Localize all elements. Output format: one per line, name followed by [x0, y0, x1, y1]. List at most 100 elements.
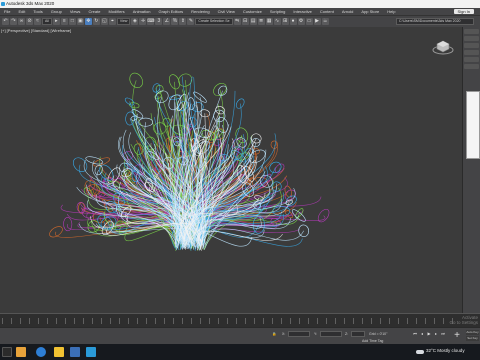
- menu-item[interactable]: Content: [316, 9, 338, 14]
- auto-key-button[interactable]: Auto Key: [466, 330, 479, 335]
- selection-filter-dropdown[interactable]: All: [42, 18, 52, 25]
- wire-leaf: [285, 195, 297, 206]
- edit-named-selection-icon[interactable]: ✎: [187, 18, 195, 25]
- windows-taskbar: 32°C Mostly cloudy: [0, 344, 480, 360]
- material-editor-icon[interactable]: ●: [289, 18, 297, 25]
- menu-item[interactable]: Customize: [239, 9, 266, 14]
- window-crossing-icon[interactable]: ▣: [76, 18, 84, 25]
- menu-item[interactable]: Modifiers: [104, 9, 128, 14]
- named-selection-set-dropdown[interactable]: Create Selection Se: [195, 18, 233, 25]
- spinner-snap-icon[interactable]: ⇕: [179, 18, 187, 25]
- angle-snap-icon[interactable]: ∠: [163, 18, 171, 25]
- office-app-icon[interactable]: [70, 347, 80, 357]
- project-path-field[interactable]: C:\Users\SM\Documents\3ds Max 2020: [396, 18, 474, 25]
- redo-icon[interactable]: ↷: [10, 18, 17, 25]
- x-coord-label: X:: [282, 332, 286, 336]
- menu-item[interactable]: Edit: [14, 9, 29, 14]
- perspective-viewport[interactable]: [+] [Perspective] [Standard] [Wireframe]: [0, 27, 462, 313]
- grid-size-readout: Grid = 0'10": [369, 332, 388, 336]
- z-coord-field[interactable]: [351, 331, 365, 337]
- panel-field[interactable]: [464, 57, 479, 62]
- next-frame-icon[interactable]: ▸: [433, 331, 439, 336]
- start-icon[interactable]: [2, 347, 12, 357]
- placement-icon[interactable]: ⌖: [108, 18, 116, 25]
- sign-in-button[interactable]: Sign In: [453, 9, 474, 14]
- 3ds-max-taskbar-icon[interactable]: [86, 347, 96, 357]
- schematic-view-icon[interactable]: ⊞: [281, 18, 289, 25]
- render-frame-icon[interactable]: ▭: [305, 18, 313, 25]
- menu-item[interactable]: Views: [66, 9, 85, 14]
- menu-item[interactable]: File: [0, 9, 14, 14]
- file-explorer-icon[interactable]: [54, 347, 64, 357]
- menu-item[interactable]: Rendering: [187, 9, 213, 14]
- time-slider[interactable]: Activate Go to Settings: [0, 313, 480, 327]
- select-manipulate-icon[interactable]: ✛: [139, 18, 147, 25]
- curve-editor-icon[interactable]: ∿: [273, 18, 281, 25]
- set-key-button[interactable]: Set Key: [466, 336, 479, 341]
- y-coord-field[interactable]: [320, 331, 342, 337]
- menu-item[interactable]: Interactive: [289, 9, 315, 14]
- render-iterative-icon[interactable]: ☕: [321, 18, 329, 25]
- wire-leaf: [72, 157, 88, 172]
- go-to-end-icon[interactable]: ⏭: [440, 331, 446, 336]
- lock-selection-icon[interactable]: 🔒: [272, 332, 276, 337]
- render-icon[interactable]: ▶: [313, 18, 321, 25]
- select-by-name-icon[interactable]: ≡: [60, 18, 68, 25]
- reference-coordinate-dropdown[interactable]: View: [116, 18, 131, 25]
- select-object-icon[interactable]: ▸: [52, 18, 60, 25]
- go-to-start-icon[interactable]: ⏮: [412, 331, 418, 336]
- panel-tab-hierarchy[interactable]: [464, 43, 479, 48]
- menu-bar: File Edit Tools Group Views Create Modif…: [0, 8, 480, 15]
- menu-item[interactable]: Animation: [129, 9, 155, 14]
- previous-frame-icon[interactable]: ◂: [419, 331, 425, 336]
- command-panel: [462, 27, 480, 313]
- rectangular-selection-icon[interactable]: □: [68, 18, 76, 25]
- scale-icon[interactable]: ◱: [100, 18, 108, 25]
- weather-readout: 32°C Mostly cloudy: [426, 348, 465, 353]
- undo-icon[interactable]: ↶: [2, 18, 9, 25]
- mail-app-icon[interactable]: [16, 347, 26, 357]
- wire-leaf: [129, 72, 143, 88]
- render-setup-icon[interactable]: ⚙: [297, 18, 305, 25]
- x-coord-field[interactable]: [288, 331, 310, 337]
- snaps-toggle-icon[interactable]: 3: [155, 18, 163, 25]
- percent-snap-icon[interactable]: %: [171, 18, 179, 25]
- panel-field[interactable]: [464, 64, 479, 69]
- weather-cloud-icon: [416, 350, 424, 354]
- ribbon-icon[interactable]: ▦: [265, 18, 273, 25]
- watermark-line: Go to Settings: [449, 320, 478, 325]
- menu-item[interactable]: App Store: [357, 9, 383, 14]
- app-icon: [1, 2, 5, 6]
- menu-item[interactable]: Scripting: [266, 9, 290, 14]
- menu-item[interactable]: Help: [383, 9, 399, 14]
- modifier-stack-list[interactable]: [466, 91, 480, 159]
- menu-item[interactable]: Arnold: [338, 9, 358, 14]
- menu-item[interactable]: Civil View: [214, 9, 239, 14]
- rotate-icon[interactable]: ↻: [92, 18, 100, 25]
- add-icon[interactable]: +: [452, 331, 462, 341]
- status-bar: 🔒 X: Y: Z: Grid = 0'10" Add Time Tag ⏮ ◂…: [0, 327, 480, 344]
- panel-tab-create[interactable]: [464, 29, 479, 34]
- menu-item[interactable]: Group: [47, 9, 66, 14]
- wire-strand: [198, 230, 303, 249]
- bind-space-warp-icon[interactable]: ≈: [34, 18, 41, 25]
- panel-tab-motion[interactable]: [464, 50, 479, 55]
- browser-icon[interactable]: [36, 347, 46, 357]
- align-icon[interactable]: ⊟: [241, 18, 249, 25]
- play-icon[interactable]: ▶: [426, 331, 432, 336]
- mirror-icon[interactable]: ⇋: [233, 18, 241, 25]
- move-icon[interactable]: ✥: [84, 18, 92, 25]
- menu-item[interactable]: Graph Editors: [154, 9, 187, 14]
- scene-explorer-icon[interactable]: ▤: [249, 18, 257, 25]
- panel-tab-modify[interactable]: [464, 36, 479, 41]
- wireframe-model[interactable]: [0, 27, 462, 313]
- keyboard-shortcut-icon[interactable]: ⌨: [147, 18, 155, 25]
- y-coord-label: Y:: [314, 332, 318, 336]
- layer-explorer-icon[interactable]: ≣: [257, 18, 265, 25]
- pivot-center-icon[interactable]: ◈: [131, 18, 139, 25]
- menu-item[interactable]: Tools: [29, 9, 46, 14]
- link-icon[interactable]: ∞: [18, 18, 25, 25]
- menu-item[interactable]: Create: [84, 9, 104, 14]
- z-coord-label: Z:: [345, 332, 349, 336]
- unlink-icon[interactable]: ⊘: [26, 18, 33, 25]
